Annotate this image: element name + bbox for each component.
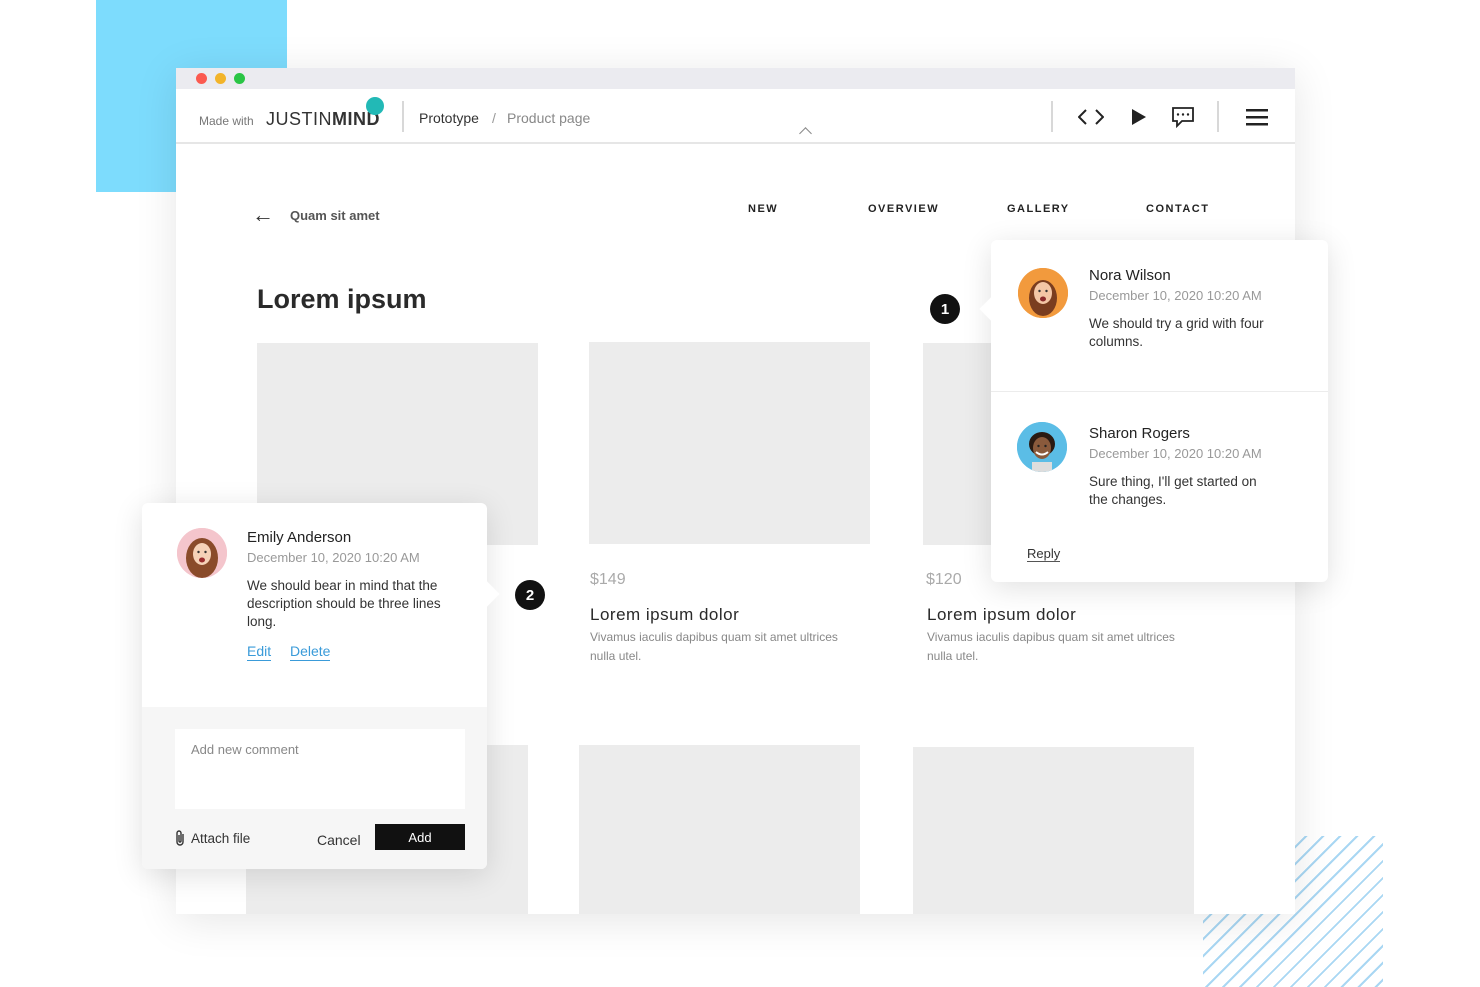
comment-thread-panel: Nora Wilson December 10, 2020 10:20 AM W…	[979, 240, 1328, 582]
product-price: $120	[926, 571, 962, 588]
breadcrumb-separator: /	[492, 110, 496, 126]
comment-text: Sure thing, I'll get started on the chan…	[1089, 474, 1257, 507]
maximize-window-button[interactable]	[234, 73, 245, 84]
avatar	[1017, 422, 1067, 472]
comment-author: Emily Anderson	[247, 529, 352, 546]
comment-marker[interactable]: 2	[515, 580, 545, 610]
comment-icon[interactable]	[1169, 103, 1197, 131]
product-description: Vivamus iaculis dapibus quam sit amet ul…	[927, 630, 1175, 663]
back-arrow-icon[interactable]: ←	[252, 204, 274, 226]
nav-gallery[interactable]: GALLERY	[1007, 203, 1070, 215]
page-title: Lorem ipsum	[257, 284, 427, 314]
comment-text: We should try a grid with four columns.	[1089, 316, 1264, 349]
breadcrumb-prototype[interactable]: Prototype	[419, 110, 479, 126]
paperclip-icon	[176, 830, 184, 846]
code-icon[interactable]	[1077, 103, 1105, 131]
comment-author: Nora Wilson	[1089, 267, 1171, 284]
nav-new[interactable]: NEW	[748, 203, 778, 215]
menu-icon[interactable]	[1243, 103, 1271, 131]
logo-text-light: JUSTIN	[266, 109, 332, 129]
window-titlebar	[176, 68, 1295, 89]
justinmind-logo[interactable]: JUSTINMIND	[266, 109, 380, 130]
avatar	[177, 528, 227, 578]
new-comment-input[interactable]	[175, 729, 465, 809]
nav-overview[interactable]: OVERVIEW	[868, 203, 939, 215]
breadcrumb-product-page[interactable]: Product page	[507, 110, 590, 126]
reply-link[interactable]: Reply	[1027, 546, 1061, 562]
comment-date: December 10, 2020 10:20 AM	[247, 550, 420, 565]
comment-marker[interactable]: 1	[930, 294, 960, 324]
product-title[interactable]: Lorem ipsum dolor	[590, 605, 739, 625]
comment-divider	[991, 391, 1328, 392]
product-price: $149	[590, 571, 626, 588]
product-image-placeholder[interactable]	[913, 747, 1194, 914]
close-window-button[interactable]	[196, 73, 207, 84]
comment-composer: Attach file Cancel Add	[142, 707, 487, 869]
cancel-button[interactable]: Cancel	[317, 832, 361, 848]
product-title[interactable]: Lorem ipsum dolor	[927, 605, 1076, 625]
product-description: Vivamus iaculis dapibus quam sit amet ul…	[590, 630, 838, 663]
comment-text: We should bear in mind that the descript…	[247, 578, 441, 629]
chevron-up-icon[interactable]	[799, 127, 812, 140]
edit-link[interactable]: Edit	[247, 643, 272, 661]
product-image-placeholder[interactable]	[579, 745, 860, 914]
attach-file-button[interactable]: Attach file	[174, 829, 250, 847]
logo-dot	[366, 97, 384, 115]
comment-edit-panel: Emily Anderson December 10, 2020 10:20 A…	[142, 503, 500, 869]
back-link[interactable]: Quam sit amet	[290, 208, 380, 223]
attach-file-label: Attach file	[191, 830, 251, 846]
made-with-label: Made with	[199, 114, 254, 128]
add-comment-button[interactable]: Add	[375, 824, 465, 850]
comment-date: December 10, 2020 10:20 AM	[1089, 288, 1262, 303]
delete-link[interactable]: Delete	[290, 643, 331, 661]
comment-author: Sharon Rogers	[1089, 425, 1190, 442]
toolbar-divider	[402, 101, 404, 132]
toolbar-divider	[1217, 101, 1219, 132]
comment-date: December 10, 2020 10:20 AM	[1089, 446, 1262, 461]
minimize-window-button[interactable]	[215, 73, 226, 84]
play-icon[interactable]	[1124, 103, 1152, 131]
avatar	[1018, 268, 1068, 318]
nav-contact[interactable]: CONTACT	[1146, 203, 1209, 215]
prototype-toolbar: Made with JUSTINMIND Prototype / Product…	[176, 89, 1295, 144]
product-image-placeholder[interactable]	[589, 342, 870, 544]
toolbar-divider	[1051, 101, 1053, 132]
